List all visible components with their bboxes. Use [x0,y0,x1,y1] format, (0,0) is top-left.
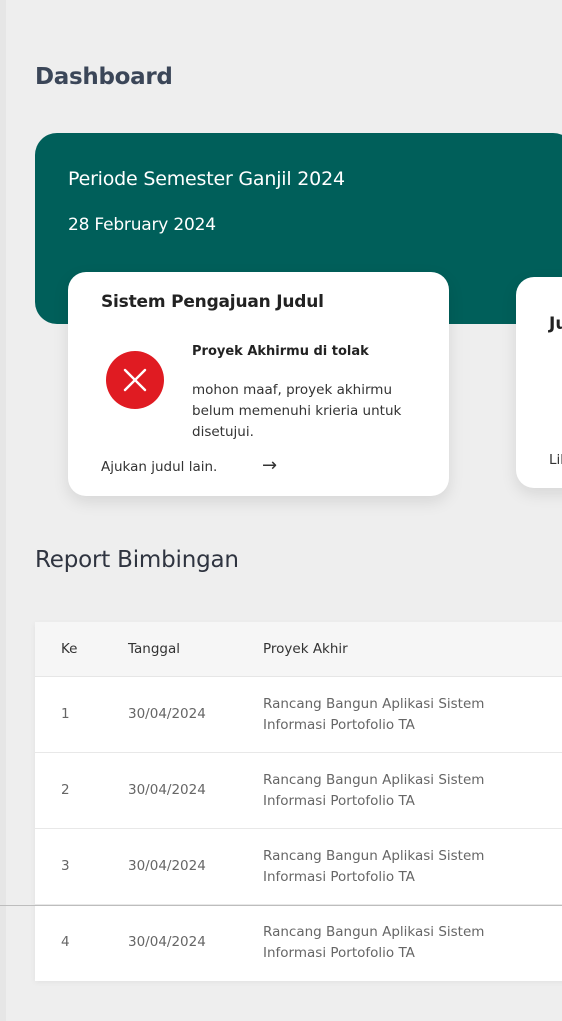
left-edge [0,0,6,1021]
title-submission-card: Sistem Pengajuan Judul Proyek Akhirmu di… [68,272,449,496]
next-card[interactable]: Ju Lih [516,277,562,488]
row-project: Rancang Bangun Aplikasi Sistem Informasi… [263,924,485,961]
status-title: Proyek Akhirmu di tolak [192,344,369,359]
page-title: Dashboard [35,64,173,90]
report-table: Ke Tanggal Proyek Akhir 1 30/04/2024 Ran… [35,622,562,981]
table-row[interactable]: 2 30/04/2024 Rancang Bangun Aplikasi Sis… [35,753,562,829]
row-number: 2 [61,782,70,798]
divider [0,905,562,906]
column-header: Proyek Akhir [263,641,348,657]
section-title: Report Bimbingan [35,547,239,573]
submit-new-title-link[interactable]: Ajukan judul lain. [101,459,217,475]
arrow-right-icon[interactable]: → [262,455,277,476]
row-number: 3 [61,858,70,874]
table-row[interactable]: 1 30/04/2024 Rancang Bangun Aplikasi Sis… [35,677,562,753]
dashboard-page: Dashboard Periode Semester Ganjil 2024 2… [0,0,562,1021]
row-number: 4 [61,934,70,950]
row-project: Rancang Bangun Aplikasi Sistem Informasi… [263,848,485,885]
row-project: Rancang Bangun Aplikasi Sistem Informasi… [263,772,485,809]
row-date: 30/04/2024 [128,782,206,798]
column-header: Tanggal [128,641,181,657]
row-date: 30/04/2024 [128,934,206,950]
table-header: Ke Tanggal Proyek Akhir [35,622,562,677]
table-row[interactable]: 4 30/04/2024 Rancang Bangun Aplikasi Sis… [35,905,562,981]
row-project: Rancang Bangun Aplikasi Sistem Informasi… [263,696,485,733]
close-circle-icon [106,351,164,409]
column-header: Ke [61,641,78,657]
row-number: 1 [61,706,70,722]
table-row[interactable]: 3 30/04/2024 Rancang Bangun Aplikasi Sis… [35,829,562,905]
row-date: 30/04/2024 [128,706,206,722]
banner-period: Periode Semester Ganjil 2024 [68,168,345,190]
banner-date: 28 February 2024 [68,215,216,235]
next-card-title: Ju [549,314,562,334]
next-card-link[interactable]: Lih [549,452,562,468]
card-title: Sistem Pengajuan Judul [101,292,324,312]
status-description: mohon maaf, proyek akhirmu belum memenuh… [192,382,402,440]
row-date: 30/04/2024 [128,858,206,874]
